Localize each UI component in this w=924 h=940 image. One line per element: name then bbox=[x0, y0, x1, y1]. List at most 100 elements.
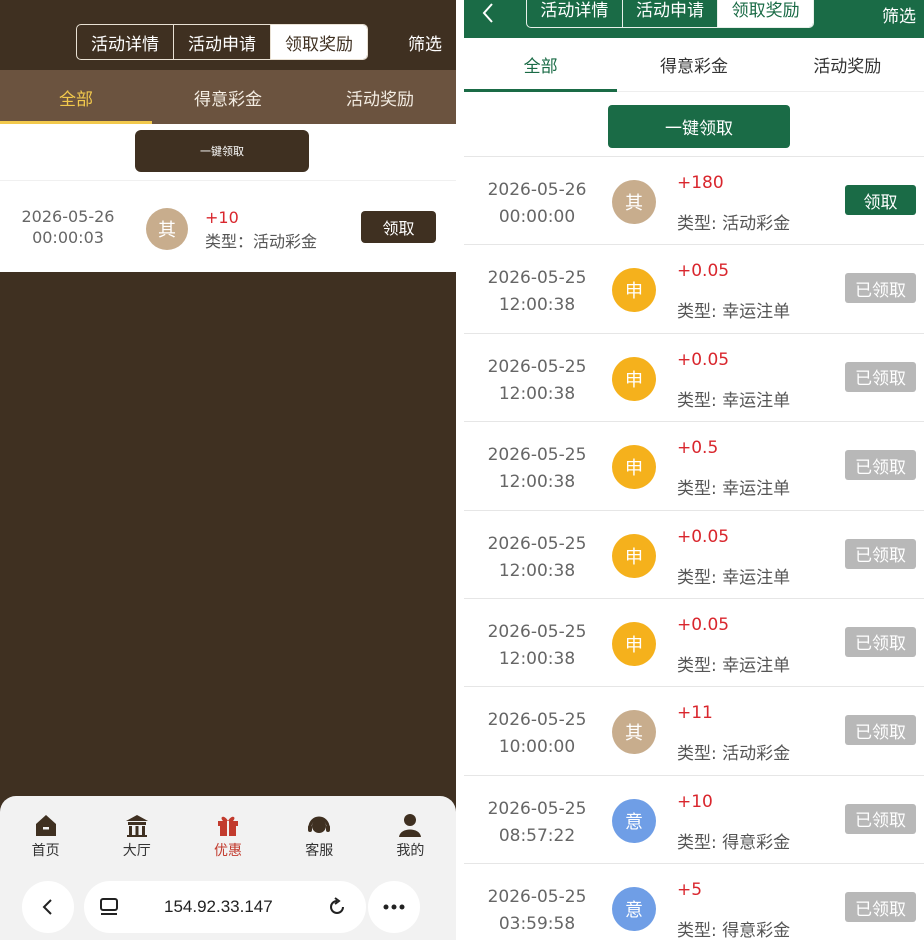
reward-type: 类型: 活动彩金 bbox=[677, 744, 791, 765]
avatar: 申 bbox=[612, 533, 656, 578]
more-icon bbox=[383, 904, 405, 910]
url-text: 154.92.33.147 bbox=[164, 897, 273, 916]
segment-activity-details[interactable]: 活动详情 bbox=[77, 25, 174, 59]
browser-more-button[interactable] bbox=[368, 881, 420, 933]
one-key-claim-button[interactable]: 一键领取 bbox=[608, 105, 790, 148]
list-item: 2026-05-25 10:00:00 其 +11 类型: 活动彩金 已领取 bbox=[464, 686, 924, 774]
filter-button[interactable]: 筛选 bbox=[882, 2, 916, 27]
back-icon[interactable] bbox=[480, 2, 496, 24]
list-item: 2026-05-25 12:00:38 申 +0.05 类型: 幸运注单 已领取 bbox=[464, 597, 924, 686]
tab-deyi-bonus[interactable]: 得意彩金 bbox=[152, 70, 304, 124]
segment-control: 活动详情 活动申请 领取奖励 bbox=[526, 0, 814, 28]
record-datetime: 2026-05-25 12:00:38 bbox=[472, 265, 602, 319]
list-item: 2026-05-25 12:00:38 申 +0.5 类型: 幸运注单 已领取 bbox=[464, 421, 924, 509]
claimed-badge: 已领取 bbox=[845, 361, 916, 392]
tab-all[interactable]: 全部 bbox=[0, 70, 152, 124]
reward-amount: +0.05 bbox=[677, 261, 730, 282]
address-bar[interactable]: 154.92.33.147 bbox=[84, 881, 366, 933]
segment-activity-apply[interactable]: 活动申请 bbox=[623, 0, 719, 27]
reward-type: 类型: 得意彩金 bbox=[677, 921, 791, 940]
home-icon bbox=[35, 815, 56, 836]
reward-amount: +11 bbox=[677, 703, 713, 724]
claim-button[interactable]: 领取 bbox=[845, 185, 916, 215]
avatar: 其 bbox=[612, 180, 656, 224]
record-date: 2026-05-25 bbox=[487, 533, 587, 554]
tab-activity-rewards[interactable]: 活动奖励 bbox=[304, 70, 456, 124]
record-date: 2026-05-25 bbox=[487, 268, 587, 289]
record-time: 03:59:58 bbox=[498, 914, 576, 935]
list-item: 2026-05-25 08:57:22 意 +10 类型: 得意彩金 已领取 bbox=[464, 774, 924, 863]
record-time: 12:00:38 bbox=[498, 560, 576, 581]
claimed-badge: 已领取 bbox=[845, 803, 916, 834]
reward-type: 类型: 幸运注单 bbox=[677, 302, 791, 323]
browser-back-button[interactable] bbox=[22, 881, 74, 933]
list-item: 2026-05-26 00:00:03 其 +10 类型：活动彩金 领取 bbox=[0, 182, 456, 272]
list-item: 2026-05-25 12:00:38 申 +0.05 类型: 幸运注单 已领取 bbox=[464, 244, 924, 332]
nav-mine[interactable]: 我的 bbox=[365, 802, 456, 862]
segment-claim-rewards[interactable]: 领取奖励 bbox=[271, 25, 367, 59]
record-time: 12:00:38 bbox=[498, 383, 576, 404]
reward-amount: +0.05 bbox=[677, 614, 730, 635]
one-key-claim-button[interactable]: 一键领取 bbox=[135, 130, 309, 172]
claim-button[interactable]: 领取 bbox=[361, 211, 436, 243]
record-datetime: 2026-05-25 10:00:00 bbox=[472, 707, 602, 761]
refresh-icon[interactable] bbox=[326, 896, 348, 918]
chevron-left-icon bbox=[42, 899, 52, 915]
record-date: 2026-05-25 bbox=[487, 710, 587, 731]
reward-amount: +180 bbox=[677, 173, 724, 193]
record-datetime: 2026-05-25 12:00:38 bbox=[472, 531, 602, 585]
avatar: 申 bbox=[612, 356, 656, 401]
claimed-badge: 已领取 bbox=[845, 538, 916, 569]
record-time: 00:00:03 bbox=[32, 228, 104, 247]
reward-type: 类型: 幸运注单 bbox=[677, 567, 791, 588]
nav-service[interactable]: 客服 bbox=[274, 802, 365, 862]
filter-button[interactable]: 筛选 bbox=[408, 30, 442, 55]
tab-activity-rewards[interactable]: 活动奖励 bbox=[771, 38, 924, 91]
avatar: 意 bbox=[612, 798, 656, 843]
reward-amount: +0.05 bbox=[677, 349, 730, 370]
reward-type: 类型: 活动彩金 bbox=[677, 214, 791, 234]
record-time: 12:00:38 bbox=[498, 648, 576, 669]
nav-lobby[interactable]: 大厅 bbox=[91, 802, 182, 862]
reward-amount: +0.05 bbox=[677, 526, 730, 547]
segment-control: 活动详情 活动申请 领取奖励 bbox=[76, 24, 368, 60]
right-screen: 活动详情 活动申请 领取奖励 筛选 全部 得意彩金 活动奖励 一键领取 2026… bbox=[464, 0, 924, 940]
reward-type: 类型: 幸运注单 bbox=[677, 390, 791, 411]
nav-lobby-label: 大厅 bbox=[122, 843, 151, 859]
nav-promotions[interactable]: 优惠 bbox=[182, 802, 273, 862]
record-datetime: 2026-05-26 00:00:03 bbox=[6, 206, 130, 248]
segment-activity-details[interactable]: 活动详情 bbox=[527, 0, 623, 27]
nav-home[interactable]: 首页 bbox=[0, 802, 91, 862]
claimed-badge: 已领取 bbox=[845, 273, 916, 304]
record-time: 12:00:38 bbox=[498, 295, 576, 316]
record-date: 2026-05-26 bbox=[487, 180, 587, 200]
record-date: 2026-05-25 bbox=[487, 445, 587, 466]
reward-amount: +10 bbox=[677, 791, 713, 812]
lobby-icon bbox=[125, 815, 148, 837]
reward-list: 一键领取 2026-05-26 00:00:03 其 +10 类型：活动彩金 领… bbox=[0, 124, 456, 272]
record-time: 00:00:00 bbox=[498, 207, 576, 227]
record-date: 2026-05-25 bbox=[487, 356, 587, 377]
reward-type: 类型: 幸运注单 bbox=[677, 479, 791, 500]
reward-type: 类型: 得意彩金 bbox=[677, 832, 791, 853]
bottom-area: 首页 大厅 优惠 客服 我的 154.92.33.147 bbox=[0, 796, 456, 940]
reward-amount: +5 bbox=[677, 880, 703, 901]
record-time: 10:00:00 bbox=[498, 737, 576, 758]
user-icon bbox=[399, 814, 422, 837]
segment-activity-apply[interactable]: 活动申请 bbox=[174, 25, 271, 59]
nav-home-label: 首页 bbox=[31, 843, 60, 859]
reward-type: 类型: 幸运注单 bbox=[677, 655, 791, 676]
tab-all[interactable]: 全部 bbox=[464, 38, 618, 92]
claimed-badge: 已领取 bbox=[845, 626, 916, 657]
claimed-badge: 已领取 bbox=[845, 450, 916, 481]
nav-promotions-label: 优惠 bbox=[214, 843, 242, 859]
avatar: 其 bbox=[146, 208, 188, 250]
nav-mine-label: 我的 bbox=[396, 843, 425, 859]
list-item: 2026-05-25 12:00:38 申 +0.05 类型: 幸运注单 已领取 bbox=[464, 509, 924, 598]
tab-deyi-bonus[interactable]: 得意彩金 bbox=[617, 38, 770, 91]
headset-icon bbox=[308, 816, 331, 833]
segment-claim-rewards[interactable]: 领取奖励 bbox=[718, 0, 813, 27]
record-datetime: 2026-05-25 08:57:22 bbox=[472, 796, 602, 850]
record-datetime: 2026-05-26 00:00:00 bbox=[472, 177, 602, 231]
record-datetime: 2026-05-25 12:00:38 bbox=[472, 619, 602, 673]
